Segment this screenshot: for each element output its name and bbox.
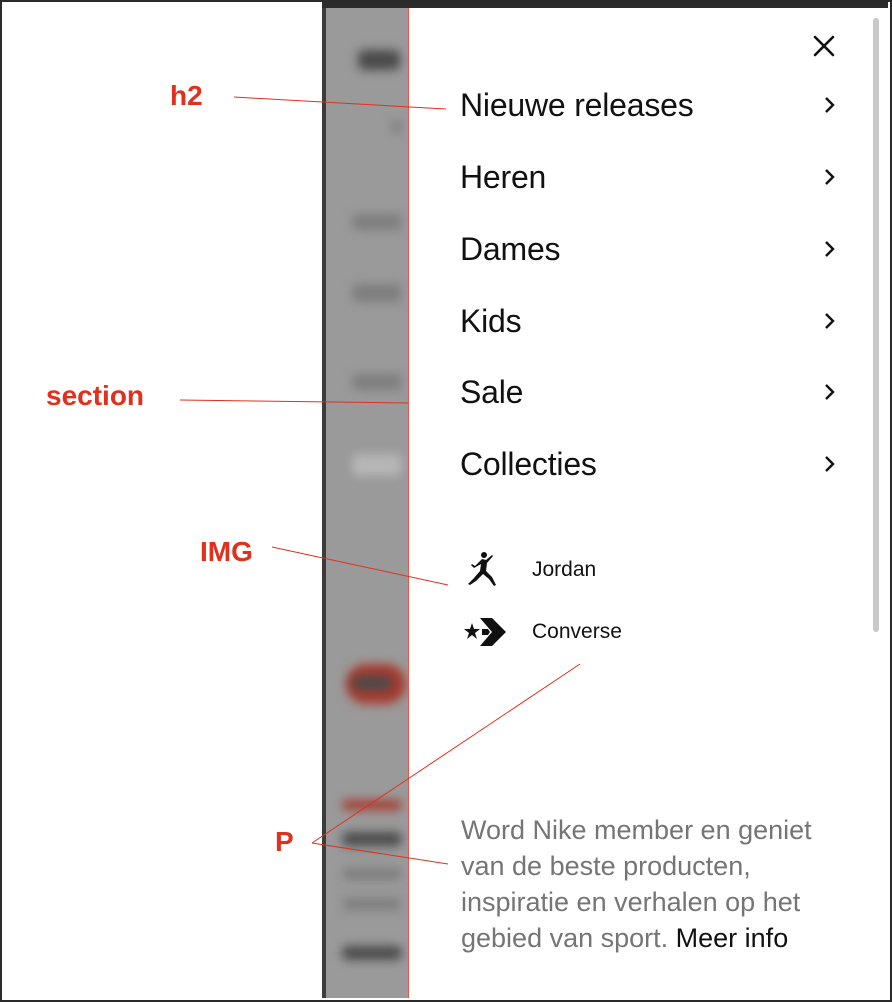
annotation-label-img: IMG <box>200 536 253 567</box>
annotation-label-h2: h2 <box>170 80 203 111</box>
annotation-line-section <box>179 399 409 404</box>
annotation-label-p: P <box>275 826 294 857</box>
annotation-lines <box>179 96 581 865</box>
annotation-label-section: section <box>46 380 145 411</box>
annotation-line-img <box>271 546 449 586</box>
annotation-line-p-lower <box>311 842 449 865</box>
annotation-line-h2 <box>233 96 447 110</box>
annotation-line-p-upper <box>311 663 581 844</box>
